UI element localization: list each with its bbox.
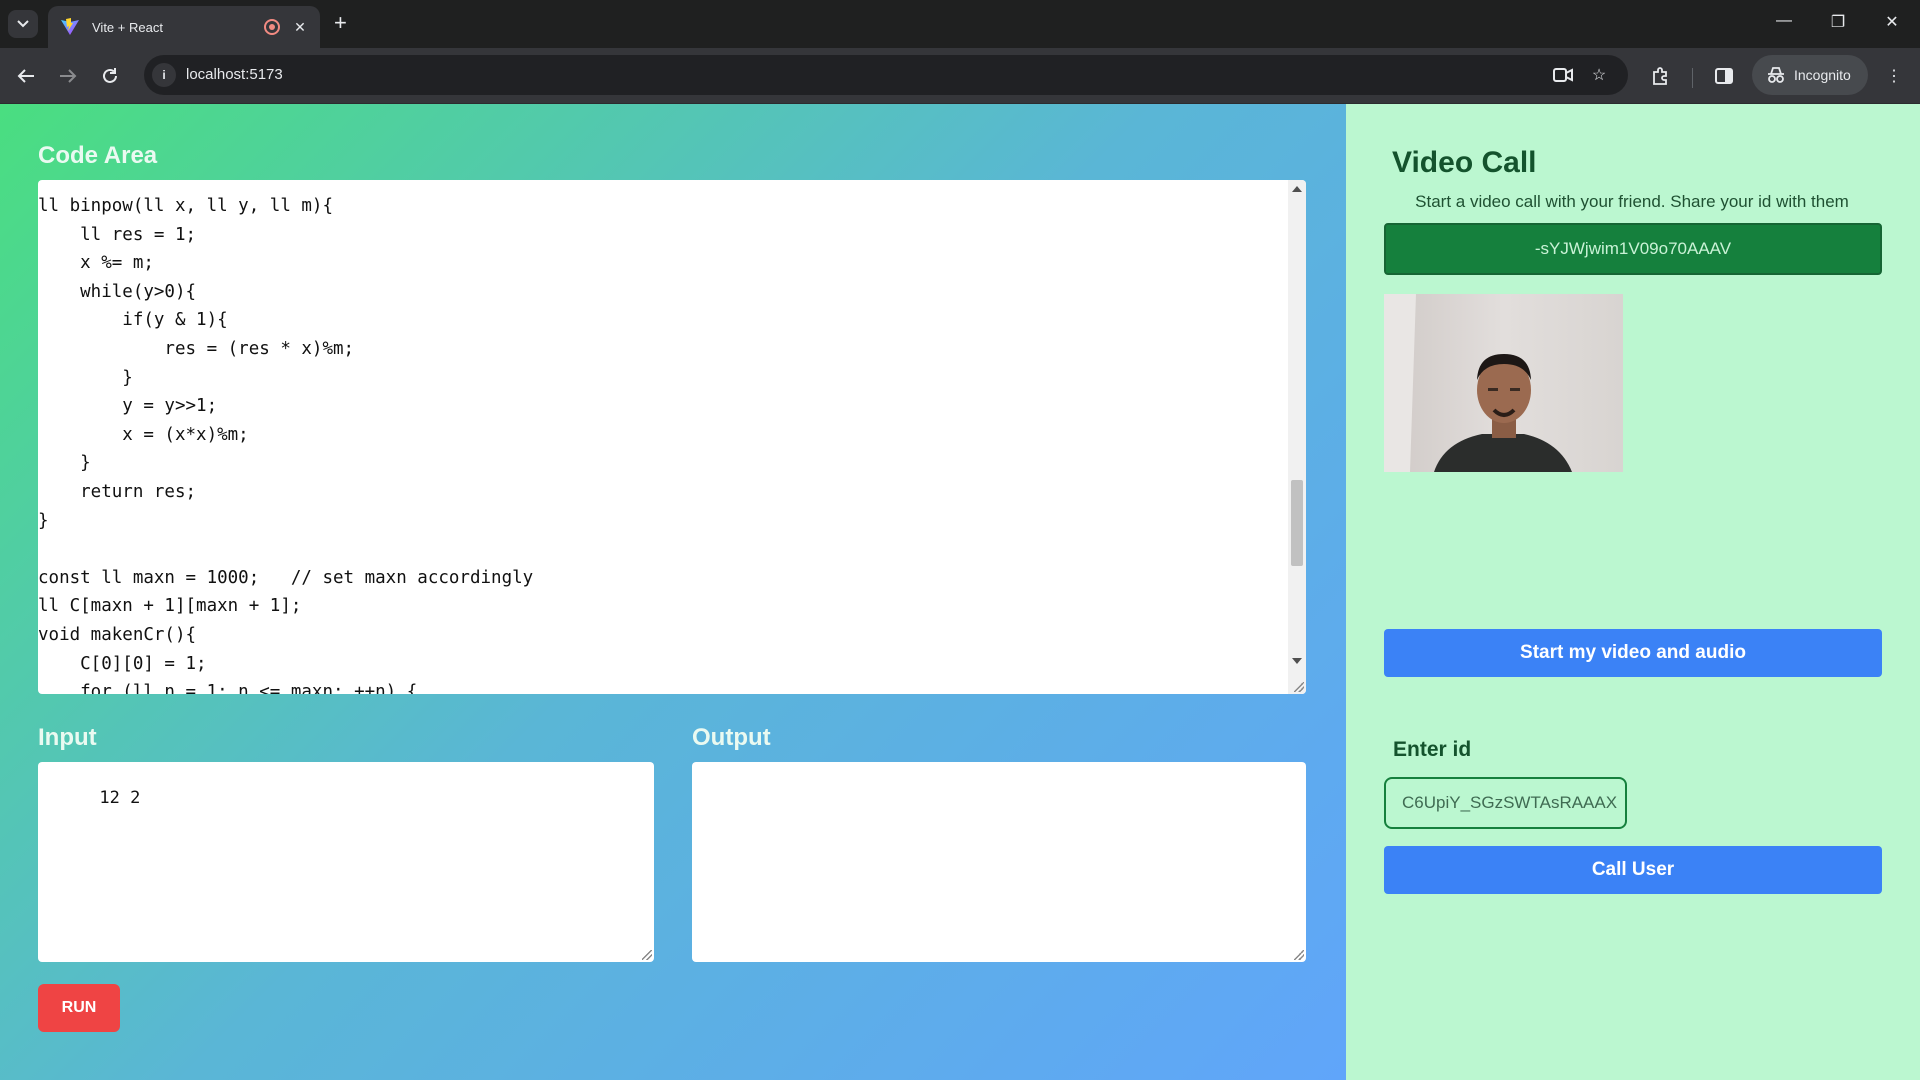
- start-video-button[interactable]: Start my video and audio: [1384, 629, 1882, 677]
- incognito-icon: [1768, 67, 1784, 83]
- new-tab-button[interactable]: +: [334, 12, 347, 34]
- address-bar[interactable]: i localhost:5173 ☆: [144, 55, 1628, 95]
- output-textarea[interactable]: [692, 762, 1306, 962]
- output-resize-handle-icon[interactable]: [1294, 950, 1304, 960]
- enter-id-label: Enter id: [1393, 738, 1472, 761]
- my-id-box[interactable]: -sYJWjwim1V09o70AAAV: [1384, 223, 1882, 275]
- run-button[interactable]: RUN: [38, 984, 120, 1032]
- input-value: 12 2: [99, 788, 141, 808]
- restore-icon[interactable]: ❐: [1818, 12, 1858, 32]
- url-text: localhost:5173: [186, 66, 283, 83]
- close-icon[interactable]: ✕: [292, 19, 308, 36]
- reload-icon[interactable]: [96, 62, 124, 90]
- window-close-icon[interactable]: ✕: [1872, 12, 1912, 32]
- video-call-title: Video Call: [1392, 146, 1537, 179]
- chevron-down-icon: [17, 20, 29, 28]
- site-info-icon[interactable]: i: [152, 63, 176, 87]
- scroll-down-arrow-icon[interactable]: [1292, 658, 1302, 664]
- app-page: Code Area ll binpow(ll x, ll y, ll m){ l…: [0, 104, 1920, 1080]
- resize-handle-icon[interactable]: [1294, 682, 1304, 692]
- camera-icon[interactable]: [1552, 64, 1574, 86]
- webcam-person-image: [1384, 294, 1623, 472]
- scroll-thumb[interactable]: [1291, 480, 1303, 566]
- enter-id-input[interactable]: C6UpiY_SGzSWTAsRAAAX: [1384, 777, 1627, 829]
- tab-search-button[interactable]: [8, 10, 38, 38]
- profile-label: Incognito: [1794, 67, 1851, 83]
- code-scrollbar[interactable]: [1288, 180, 1306, 694]
- back-arrow-icon[interactable]: [12, 62, 40, 90]
- forward-arrow-icon[interactable]: [54, 62, 82, 90]
- video-call-subtitle: Start a video call with your friend. Sha…: [1415, 192, 1849, 211]
- recording-icon: [264, 19, 280, 35]
- input-resize-handle-icon[interactable]: [642, 950, 652, 960]
- vite-logo-icon: [61, 18, 79, 35]
- browser-tabstrip: Vite + React ✕ + — ❐ ✕: [0, 0, 1920, 48]
- input-textarea[interactable]: 12 2: [38, 762, 654, 962]
- output-label: Output: [692, 724, 771, 751]
- call-user-button[interactable]: Call User: [1384, 846, 1882, 894]
- menu-kebab-icon[interactable]: ⋮: [1880, 62, 1908, 90]
- toolbar-divider: [1692, 68, 1693, 88]
- incognito-profile-button[interactable]: Incognito: [1752, 55, 1868, 95]
- code-area-title: Code Area: [38, 142, 158, 169]
- tab-title: Vite + React: [92, 19, 163, 35]
- code-panel: Code Area ll binpow(ll x, ll y, ll m){ l…: [0, 104, 1346, 1080]
- scroll-up-arrow-icon[interactable]: [1292, 186, 1302, 192]
- side-panel-icon[interactable]: [1710, 62, 1738, 90]
- code-text: ll binpow(ll x, ll y, ll m){ ll res = 1;…: [38, 196, 534, 694]
- browser-toolbar: i localhost:5173 ☆ Incognito ⋮: [0, 48, 1920, 104]
- bookmark-star-icon[interactable]: ☆: [1588, 64, 1610, 86]
- input-label: Input: [38, 724, 97, 751]
- extensions-icon[interactable]: [1646, 62, 1674, 90]
- local-video: [1384, 294, 1623, 472]
- browser-tab[interactable]: Vite + React ✕: [48, 6, 320, 48]
- minimize-icon[interactable]: —: [1764, 12, 1804, 30]
- code-editor[interactable]: ll binpow(ll x, ll y, ll m){ ll res = 1;…: [38, 180, 1306, 694]
